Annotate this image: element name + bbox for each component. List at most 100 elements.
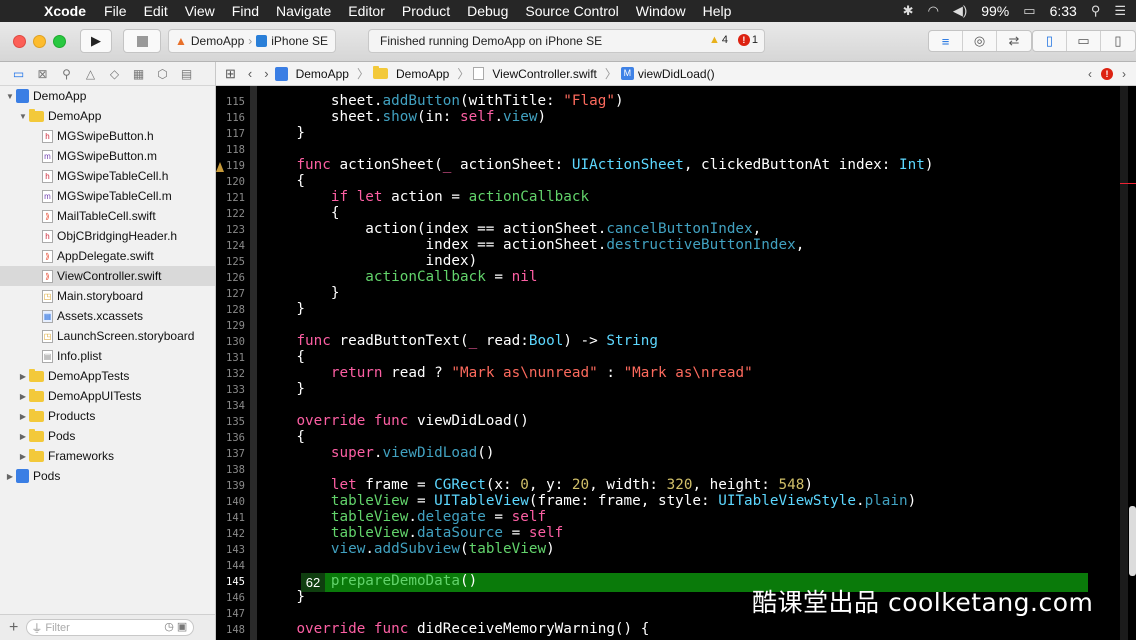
notification-center-icon[interactable]: ☰ — [1114, 3, 1126, 19]
recent-files-icon[interactable]: ◷ ▣ — [164, 620, 187, 633]
code-line[interactable]: sheet.addButton(withTitle: "Flag") — [262, 93, 624, 109]
line-number[interactable]: 137 — [216, 448, 245, 460]
navigator-item[interactable]: m MGSwipeButton.m — [0, 146, 215, 166]
line-number[interactable]: 130 — [216, 336, 245, 348]
minimize-window-button[interactable] — [33, 35, 46, 48]
menu-view[interactable]: View — [185, 3, 215, 19]
code-line[interactable]: super.viewDidLoad() — [262, 445, 495, 461]
code-line[interactable]: view.addSubview(tableView) — [262, 541, 555, 557]
previous-issue-icon[interactable]: ‹ — [1088, 67, 1092, 81]
menu-find[interactable]: Find — [232, 3, 259, 19]
report-icon[interactable]: ▤ — [178, 67, 195, 81]
line-number[interactable]: 131 — [216, 352, 245, 364]
line-number[interactable]: 139 — [216, 480, 245, 492]
assistant-editor-icon[interactable]: ◎ — [963, 31, 997, 51]
error-icon[interactable]: ! — [1101, 68, 1113, 80]
breakpoint-icon[interactable]: ⬡ — [154, 67, 171, 81]
stop-button[interactable] — [123, 29, 161, 53]
forward-arrow-icon[interactable]: › — [264, 66, 268, 81]
line-number[interactable]: 136 — [216, 432, 245, 444]
navigator-filter-field[interactable]: ⏚ Filter ◷ ▣ — [26, 619, 195, 636]
standard-editor-icon[interactable]: ≡ — [929, 31, 963, 51]
line-number[interactable]: 121 — [216, 192, 245, 204]
code-line[interactable]: override func viewDidLoad() — [262, 413, 528, 429]
navigator-item[interactable]: ▼ DemoApp — [0, 106, 215, 126]
code-line[interactable]: index == actionSheet.destructiveButtonIn… — [262, 237, 805, 253]
disclosure-closed-icon[interactable]: ▶ — [17, 372, 29, 381]
code-line[interactable]: if let action = actionCallback — [262, 189, 589, 205]
line-number[interactable]: 144 — [216, 560, 245, 572]
line-number[interactable]: 125 — [216, 256, 245, 268]
code-line[interactable]: tableView.dataSource = self — [262, 525, 563, 541]
line-number[interactable]: 115 — [216, 96, 245, 108]
navigator-item[interactable]: ▦ Assets.xcassets — [0, 306, 215, 326]
folder-icon[interactable]: ▭ — [10, 67, 27, 81]
line-number[interactable]: 138 — [216, 464, 245, 476]
clock[interactable]: 6:33 — [1050, 3, 1077, 19]
close-window-button[interactable] — [13, 35, 26, 48]
version-editor-icon[interactable]: ⇄ — [997, 31, 1031, 51]
line-number[interactable]: 145 — [216, 576, 245, 588]
code-line[interactable]: } — [262, 381, 305, 397]
line-number[interactable]: 142 — [216, 528, 245, 540]
warnings-indicator[interactable]: ▲ 4 — [709, 34, 728, 46]
menu-app-name[interactable]: Xcode — [44, 3, 86, 19]
volume-icon[interactable]: ◀) — [953, 3, 967, 19]
line-number[interactable]: 143 — [216, 544, 245, 556]
navigator-item[interactable]: ⟫ ViewController.swift — [0, 266, 215, 286]
debug-icon[interactable]: ▦ — [130, 67, 147, 81]
code-folding-ribbon[interactable] — [250, 86, 257, 640]
line-number[interactable]: 122 — [216, 208, 245, 220]
code-line[interactable]: func readButtonText(_ read:Bool) -> Stri… — [262, 333, 658, 349]
menu-help[interactable]: Help — [703, 3, 732, 19]
navigator-item[interactable]: ◳ LaunchScreen.storyboard — [0, 326, 215, 346]
code-line[interactable]: sheet.show(in: self.view) — [262, 109, 546, 125]
line-number[interactable]: 141 — [216, 512, 245, 524]
navigator-item[interactable]: h MGSwipeTableCell.h — [0, 166, 215, 186]
line-number[interactable]: 124 — [216, 240, 245, 252]
add-file-icon[interactable]: + — [9, 619, 18, 637]
run-button[interactable]: ▶ — [80, 29, 112, 53]
code-line[interactable]: actionCallback = nil — [262, 269, 537, 285]
code-line[interactable]: { — [262, 205, 340, 221]
code-line[interactable]: { — [262, 173, 305, 189]
bluetooth-icon[interactable]: ✱ — [903, 3, 914, 19]
zoom-window-button[interactable] — [53, 35, 66, 48]
navigator-item[interactable]: m MGSwipeTableCell.m — [0, 186, 215, 206]
code-line[interactable]: } — [262, 285, 340, 301]
code-line[interactable]: { — [262, 349, 305, 365]
code-line[interactable]: let frame = CGRect(x: 0, y: 20, width: 3… — [262, 477, 813, 493]
related-items-icon[interactable]: ⊞ — [225, 66, 236, 82]
line-number[interactable]: 126 — [216, 272, 245, 284]
navigator-item[interactable]: ▼ DemoApp — [0, 86, 215, 106]
code-line[interactable]: { — [262, 429, 305, 445]
line-number[interactable]: 146 — [216, 592, 245, 604]
next-issue-icon[interactable]: › — [1122, 67, 1126, 81]
navigator-panel-icon[interactable]: ▯ — [1033, 31, 1067, 51]
navigator-item[interactable]: ▶ DemoAppUITests — [0, 386, 215, 406]
breadcrumb-method[interactable]: MviewDidLoad() — [620, 67, 715, 81]
line-number[interactable]: 132 — [216, 368, 245, 380]
code-line[interactable]: prepareDemoData() — [262, 573, 477, 589]
line-number[interactable]: 123 — [216, 224, 245, 236]
line-number[interactable]: 128 — [216, 304, 245, 316]
debug-panel-icon[interactable]: ▭ — [1067, 31, 1101, 51]
code-line[interactable]: return read ? "Mark as\nunread" : "Mark … — [262, 365, 753, 381]
menu-debug[interactable]: Debug — [467, 3, 508, 19]
utilities-panel-icon[interactable]: ▯ — [1101, 31, 1135, 51]
search-icon[interactable]: ⚲ — [58, 67, 75, 81]
source-control-icon[interactable]: ⊠ — [34, 67, 51, 81]
disclosure-closed-icon[interactable]: ▶ — [17, 412, 29, 421]
disclosure-open-icon[interactable]: ▼ — [17, 112, 29, 121]
code-line[interactable]: action(index == actionSheet.cancelButton… — [262, 221, 761, 237]
line-number[interactable]: 134 — [216, 400, 245, 412]
line-number[interactable]: 140 — [216, 496, 245, 508]
errors-indicator[interactable]: ! 1 — [737, 34, 758, 46]
code-line[interactable]: index) — [262, 253, 478, 269]
back-arrow-icon[interactable]: ‹ — [248, 66, 252, 81]
breadcrumb-file[interactable]: ViewController.swift — [473, 67, 597, 81]
menu-window[interactable]: Window — [636, 3, 686, 19]
disclosure-closed-icon[interactable]: ▶ — [17, 452, 29, 461]
line-number[interactable]: 135 — [216, 416, 245, 428]
line-number[interactable]: 133 — [216, 384, 245, 396]
